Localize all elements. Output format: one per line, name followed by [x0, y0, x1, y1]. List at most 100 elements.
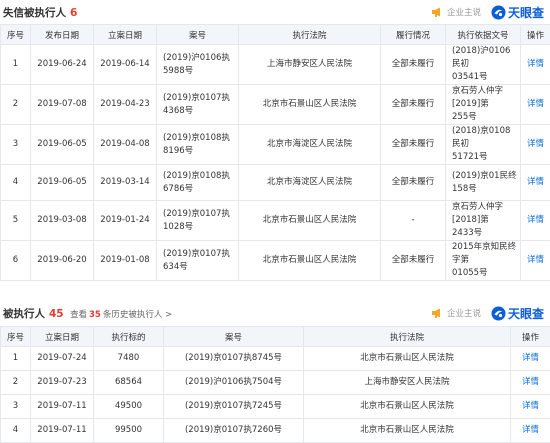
- table-row: 3 2019-06-05 2019-04-08 (2019)京0108执 819…: [0, 124, 550, 165]
- col-header-case-no: 案号: [163, 326, 304, 347]
- cell-no: 2: [0, 84, 31, 125]
- history-count: 35: [89, 310, 101, 320]
- tianyancha-logo: 天眼查: [491, 305, 544, 322]
- section-title: 失信被执行人 6: [3, 5, 77, 20]
- table-row: 1 2019-07-24 7480 (2019)京0107执8745号 北京市石…: [0, 346, 550, 371]
- megaphone-icon: [431, 7, 440, 17]
- section-title: 被执行人 45: [3, 306, 64, 321]
- cell-no: 3: [0, 124, 31, 165]
- detail-link[interactable]: 详情: [510, 418, 550, 443]
- cell-publish-date: 2019-06-05: [30, 164, 94, 201]
- detail-link[interactable]: 详情: [510, 346, 550, 371]
- cell-basis-doc: 2015年京知民终字第 01055号: [445, 240, 521, 281]
- col-header-status: 履行情况: [380, 24, 446, 45]
- detail-link[interactable]: 详情: [520, 124, 550, 165]
- cell-case-no: (2019)京0107执7245号: [163, 394, 304, 419]
- cell-case-no: (2019)沪0106执 5988号: [156, 44, 239, 85]
- cell-case-no: (2019)京0107执 1028号: [156, 200, 239, 241]
- cell-court: 北京市石景山区人民法院: [238, 84, 381, 125]
- enterprise-speak-label: 企业主说: [446, 8, 481, 18]
- cell-case-no: (2019)京0107执8745号: [163, 346, 304, 371]
- history-suffix: 条历史被执行人 >: [102, 310, 173, 320]
- tianyancha-logo-text: 天眼查: [507, 306, 544, 321]
- col-header-filing-date: 立案日期: [93, 24, 157, 45]
- cell-case-no: (2019)京0107执 4368号: [156, 84, 239, 125]
- cell-status: 全部未履行: [380, 124, 446, 165]
- cell-basis-doc: (2018)沪0106民初 03541号: [445, 44, 521, 85]
- col-header-basis-doc: 执行依据文号: [445, 24, 521, 45]
- table-row: 6 2019-06-20 2019-01-08 (2019)京0107执 634…: [0, 240, 550, 281]
- cell-court: 北京市海淀区人民法院: [238, 164, 381, 201]
- tianyancha-logo-text: 天眼查: [507, 5, 544, 20]
- cell-filing-date: 2019-04-08: [93, 124, 157, 165]
- brand-area: 企业主说 天眼查: [431, 304, 544, 322]
- cell-filing-date: 2019-01-24: [93, 200, 157, 241]
- history-prefix: 查看: [70, 310, 88, 320]
- detail-link[interactable]: 详情: [510, 394, 550, 419]
- cell-filing-date: 2019-07-24: [30, 346, 94, 371]
- cell-publish-date: 2019-03-08: [30, 200, 94, 241]
- table-row: 1 2019-06-24 2019-06-14 (2019)沪0106执 598…: [0, 44, 550, 85]
- detail-link[interactable]: 详情: [510, 370, 550, 395]
- cell-court: 北京市石景山区人民法院: [238, 240, 381, 281]
- cell-amount: 99500: [93, 418, 164, 443]
- cell-amount: 7480: [93, 346, 164, 371]
- cell-basis-doc: 京石劳人仲字[2018]第 2433号: [445, 200, 521, 241]
- col-header-no: 序号: [0, 326, 31, 347]
- table-row: 5 2019-03-08 2019-01-24 (2019)京0107执 102…: [0, 200, 550, 241]
- cell-court: 北京市石景山区人民法院: [303, 418, 511, 443]
- dishonest-executor-header: 失信被执行人 6 企业主说 天眼查: [0, 0, 550, 24]
- detail-link[interactable]: 详情: [520, 200, 550, 241]
- cell-case-no: (2019)京0108执 8196号: [156, 124, 239, 165]
- cell-case-no: (2019)京0107执 634号: [156, 240, 239, 281]
- detail-link[interactable]: 详情: [520, 164, 550, 201]
- detail-link[interactable]: 详情: [520, 240, 550, 281]
- col-header-amount: 执行标的: [93, 326, 164, 347]
- cell-case-no: (2019)京0107执7260号: [163, 418, 304, 443]
- executor-header: 被执行人 45 查看 35 条历史被执行人 > 企业主说 天眼查: [0, 301, 550, 325]
- dishonest-executor-table: 序号 发布日期 立案日期 案号 执行法院 履行情况 执行依据文号 操作 1 20…: [0, 24, 550, 281]
- cell-basis-doc: (2018)京0108民初 51721号: [445, 124, 521, 165]
- cell-status: 全部未履行: [380, 44, 446, 85]
- cell-status: 全部未履行: [380, 164, 446, 201]
- table-header-row: 序号 立案日期 执行标的 案号 执行法院 操作: [0, 326, 550, 347]
- enterprise-speak-button[interactable]: 企业主说: [431, 307, 481, 319]
- col-header-court: 执行法院: [303, 326, 511, 347]
- cell-status: 全部未履行: [380, 240, 446, 281]
- col-header-publish-date: 发布日期: [30, 24, 94, 45]
- cell-no: 1: [0, 346, 31, 371]
- enterprise-speak-button[interactable]: 企业主说: [431, 6, 481, 18]
- cell-amount: 68564: [93, 370, 164, 395]
- col-header-filing-date: 立案日期: [30, 326, 94, 347]
- cell-filing-date: 2019-07-23: [30, 370, 94, 395]
- table-row: 4 2019-06-05 2019-03-14 (2019)京0108执 678…: [0, 164, 550, 201]
- cell-filing-date: 2019-01-08: [93, 240, 157, 281]
- cell-filing-date: 2019-03-14: [93, 164, 157, 201]
- cell-filing-date: 2019-07-11: [30, 418, 94, 443]
- cell-filing-date: 2019-04-23: [93, 84, 157, 125]
- cell-court: 上海市静安区人民法院: [238, 44, 381, 85]
- cell-case-no: (2019)沪0106执7504号: [163, 370, 304, 395]
- cell-no: 5: [0, 200, 31, 241]
- cell-publish-date: 2019-06-24: [30, 44, 94, 85]
- cell-no: 4: [0, 418, 31, 443]
- detail-link[interactable]: 详情: [520, 84, 550, 125]
- cell-no: 2: [0, 370, 31, 395]
- history-executor-link[interactable]: 查看 35 条历史被执行人 >: [70, 308, 172, 320]
- detail-link[interactable]: 详情: [520, 44, 550, 85]
- cell-status: -: [380, 200, 446, 241]
- cell-court: 北京市石景山区人民法院: [303, 394, 511, 419]
- cell-court: 北京市海淀区人民法院: [238, 124, 381, 165]
- table-header-row: 序号 发布日期 立案日期 案号 执行法院 履行情况 执行依据文号 操作: [0, 24, 550, 45]
- dishonest-executor-count: 6: [70, 7, 78, 19]
- executor-count: 45: [49, 308, 64, 320]
- cell-publish-date: 2019-07-08: [30, 84, 94, 125]
- cell-no: 1: [0, 44, 31, 85]
- dishonest-executor-title: 失信被执行人: [3, 7, 66, 19]
- executor-title: 被执行人: [3, 308, 45, 320]
- table-row: 2 2019-07-23 68564 (2019)沪0106执7504号 上海市…: [0, 370, 550, 395]
- brand-area: 企业主说 天眼查: [431, 3, 544, 21]
- cell-case-no: (2019)京0108执 6786号: [156, 164, 239, 201]
- megaphone-icon: [431, 308, 440, 318]
- cell-publish-date: 2019-06-05: [30, 124, 94, 165]
